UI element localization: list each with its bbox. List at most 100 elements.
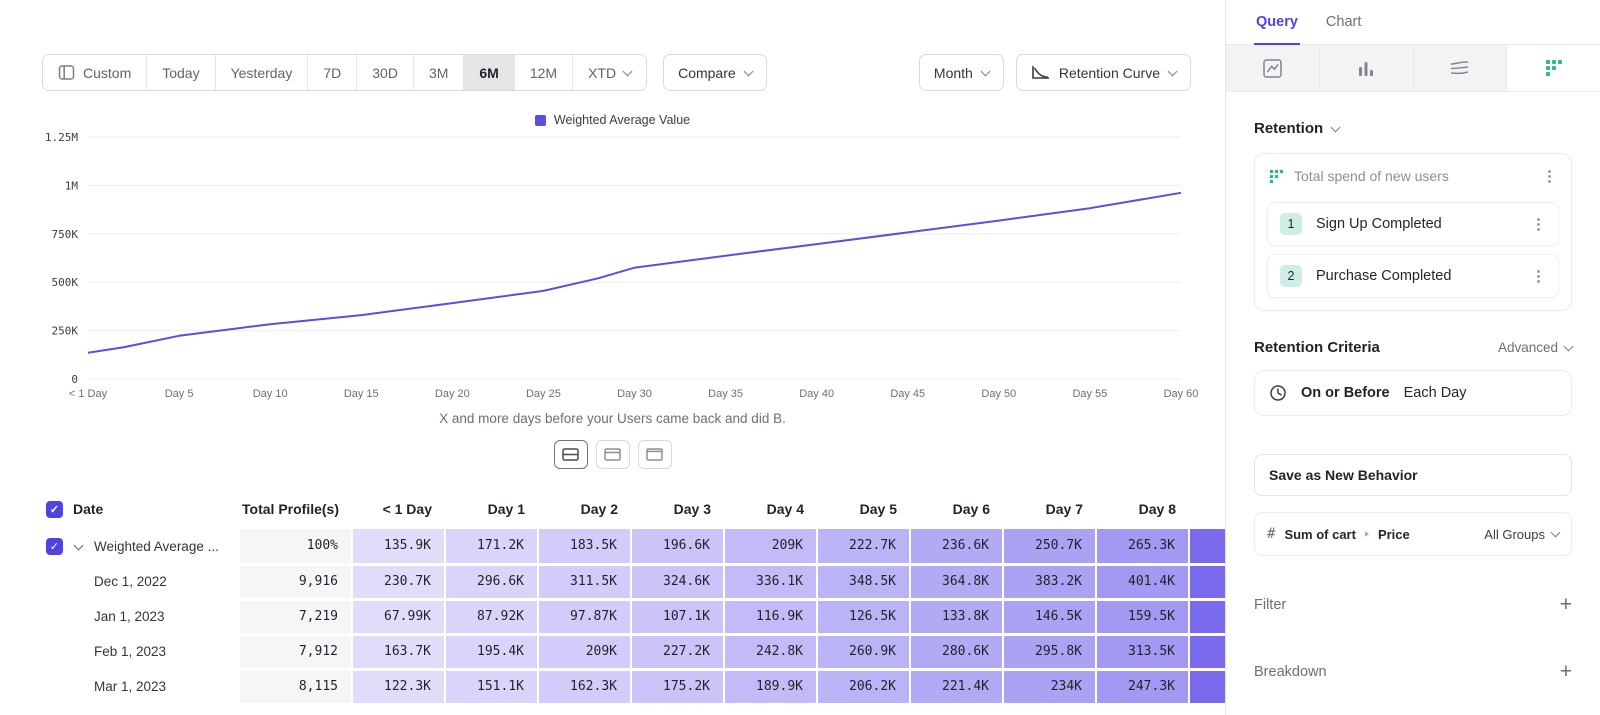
date-header-cell: ✓Date — [0, 489, 240, 529]
retention-value-cell: 107.1K — [631, 599, 724, 634]
app: Custom Today Yesterday 7D 30D 3M 6M 12M … — [0, 0, 1600, 715]
custom-range-label: Custom — [83, 65, 131, 81]
expand-chevron-icon[interactable] — [74, 540, 84, 550]
property-sub-label: Price — [1378, 527, 1410, 542]
x-axis-tick: Day 10 — [253, 388, 288, 400]
chart-type-retention-button[interactable] — [1507, 45, 1600, 91]
add-filter-button[interactable]: + — [1560, 594, 1572, 615]
row-label-cell: Jan 1, 2023 — [0, 599, 240, 634]
retention-value-cell: 324.6K — [631, 564, 724, 599]
x-axis-tick: Day 25 — [526, 388, 561, 400]
chart-type-flows-button[interactable] — [1414, 45, 1508, 91]
retention-value-cell: 230.7K — [352, 564, 445, 599]
single-panel-icon — [646, 448, 663, 461]
step-sign-up-completed[interactable]: 1 Sign Up Completed — [1267, 202, 1559, 246]
table-row[interactable]: Feb 1, 20237,912163.7K195.4K209K227.2K24… — [0, 634, 1225, 669]
chart-type-bar-button[interactable] — [1320, 45, 1414, 91]
layout-split-rows-button[interactable] — [554, 440, 588, 469]
row-label: Mar 1, 2023 — [94, 679, 166, 694]
behavior-grid-icon — [1269, 169, 1284, 184]
step-number-badge: 2 — [1280, 265, 1302, 287]
retention-value-cell: 126.5K — [817, 599, 910, 634]
table-row[interactable]: ✓Weighted Average ...100%135.9K171.2K183… — [0, 529, 1225, 564]
range-12m[interactable]: 12M — [514, 55, 572, 90]
chevron-down-icon — [1168, 66, 1178, 76]
x-axis-tick: Day 45 — [890, 388, 925, 400]
retention-criteria-title: Retention Criteria — [1254, 339, 1380, 356]
row-label-cell: Dec 1, 2022 — [0, 564, 240, 599]
all-groups-select[interactable]: All Groups — [1484, 527, 1559, 542]
col-header: Day 8 — [1096, 489, 1189, 529]
kebab-menu-icon[interactable] — [1548, 175, 1551, 178]
retention-value-cell: 171.2K — [445, 529, 538, 564]
retention-value-cell: 97.87K — [538, 599, 631, 634]
overflow-cell — [1189, 564, 1225, 599]
compare-button[interactable]: Compare — [663, 54, 767, 91]
table-row[interactable]: Mar 1, 20238,115122.3K151.1K162.3K175.2K… — [0, 669, 1225, 704]
step-label: Sign Up Completed — [1316, 216, 1531, 232]
overflow-cell — [1189, 634, 1225, 669]
range-3m[interactable]: 3M — [413, 55, 463, 90]
retention-grid-icon — [1545, 59, 1563, 77]
behavior-row[interactable]: Total spend of new users — [1267, 166, 1559, 194]
range-xtd[interactable]: XTD — [572, 55, 646, 90]
table-row[interactable]: Jan 1, 20237,21967.99K87.92K97.87K107.1K… — [0, 599, 1225, 634]
layout-single-panel-button[interactable] — [638, 440, 672, 469]
chevron-down-icon — [1551, 528, 1561, 538]
chevron-right-icon — [1365, 531, 1369, 537]
retention-value-cell: 260.9K — [817, 634, 910, 669]
range-30d[interactable]: 30D — [356, 55, 413, 90]
save-as-new-behavior-button[interactable]: Save as New Behavior — [1254, 454, 1572, 496]
chart-type-select[interactable]: Retention Curve — [1016, 54, 1191, 91]
x-axis-tick: Day 60 — [1164, 388, 1199, 400]
kebab-menu-icon[interactable] — [1537, 223, 1540, 226]
retention-value-cell: 196.6K — [631, 529, 724, 564]
custom-range-button[interactable]: Custom — [43, 55, 146, 90]
advanced-select[interactable]: Advanced — [1498, 340, 1572, 355]
row-checkbox[interactable]: ✓ — [46, 538, 63, 555]
add-breakdown-button[interactable]: + — [1560, 661, 1572, 682]
retention-value-cell: 401.4K — [1096, 564, 1189, 599]
total-cell: 7,219 — [240, 599, 352, 634]
retention-table: ✓DateTotal Profile(s)< 1 DayDay 1Day 2Da… — [0, 489, 1225, 706]
criteria-condition-card[interactable]: On or Before Each Day — [1254, 370, 1572, 416]
range-7d[interactable]: 7D — [307, 55, 356, 90]
layout-header-row-button[interactable] — [596, 440, 630, 469]
x-axis-tick: Day 55 — [1072, 388, 1107, 400]
range-yesterday[interactable]: Yesterday — [215, 55, 308, 90]
total-cell: 9,916 — [240, 564, 352, 599]
y-axis-tick: 0 — [71, 373, 78, 386]
retention-value-cell: 222.7K — [817, 529, 910, 564]
retention-line-chart: 0250K500K750K1M1.25M< 1 DayDay 5Day 10Da… — [0, 129, 1225, 411]
retention-value-cell: 221.4K — [910, 669, 1003, 704]
chevron-down-icon — [980, 66, 990, 76]
line-chart-icon — [1263, 59, 1282, 78]
row-label-cell: ✓Weighted Average ... — [0, 529, 240, 564]
legend-label: Weighted Average Value — [554, 113, 690, 127]
x-axis-tick: Day 35 — [708, 388, 743, 400]
retention-value-cell: 87.92K — [445, 599, 538, 634]
criteria-frequency: Each Day — [1404, 385, 1467, 401]
chart-caption: X and more days before your Users came b… — [0, 411, 1225, 426]
chevron-down-icon — [1564, 341, 1574, 351]
table-row[interactable]: Dec 1, 20229,916230.7K296.6K311.5K324.6K… — [0, 564, 1225, 599]
retention-value-cell: 135.9K — [352, 529, 445, 564]
granularity-select[interactable]: Month — [919, 54, 1004, 91]
select-all-checkbox[interactable]: ✓ — [46, 501, 63, 518]
retention-section-header[interactable]: Retention — [1254, 120, 1572, 137]
chart-type-line-button[interactable] — [1226, 45, 1320, 91]
step-purchase-completed[interactable]: 2 Purchase Completed — [1267, 254, 1559, 298]
y-axis-tick: 500K — [52, 276, 79, 289]
range-today[interactable]: Today — [146, 55, 214, 90]
breakdown-label: Breakdown — [1254, 664, 1327, 680]
range-6m[interactable]: 6M — [463, 55, 513, 90]
retention-value-cell: 383.2K — [1003, 564, 1096, 599]
kebab-menu-icon[interactable] — [1537, 275, 1540, 278]
tab-query[interactable]: Query — [1256, 0, 1298, 44]
retention-value-cell: 336.1K — [724, 564, 817, 599]
query-sidebar: Query Chart Retention — [1225, 0, 1600, 715]
property-row[interactable]: # Sum of cart Price All Groups — [1254, 512, 1572, 556]
x-axis-tick: Day 5 — [165, 388, 194, 400]
col-header: < 1 Day — [352, 489, 445, 529]
tab-chart[interactable]: Chart — [1326, 0, 1361, 44]
